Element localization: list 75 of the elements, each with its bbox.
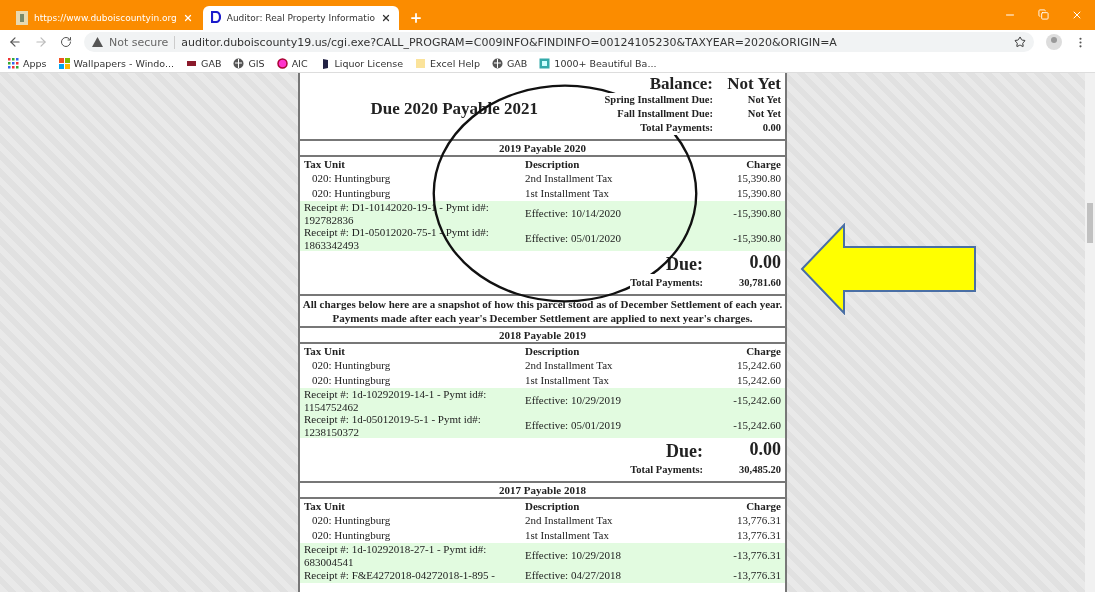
security-label: Not secure xyxy=(109,35,176,49)
column-header: Description xyxy=(524,344,581,358)
summary-value: Not Yet xyxy=(746,93,781,107)
forward-icon[interactable] xyxy=(34,35,48,49)
total-payments-label: Total Payments: xyxy=(630,274,703,291)
charge-cell: -15,242.60 xyxy=(719,413,785,438)
summary-value: Not Yet xyxy=(746,107,781,121)
globe-icon xyxy=(491,57,503,69)
charge-cell: -13,776.31 xyxy=(719,543,785,568)
new-tab-icon[interactable] xyxy=(408,11,423,25)
bookmark-item[interactable]: AIC xyxy=(276,57,308,69)
summary-value: 0.00 xyxy=(761,121,781,135)
tax-unit-cell: Receipt #: 1d-10292018-27-1 - Pymt id#: 683004541 xyxy=(300,543,521,568)
apps-grid-icon xyxy=(8,57,19,69)
charge-cell: -15,390.80 xyxy=(719,226,785,251)
total-payments-value: 30,781.60 xyxy=(738,276,781,290)
bookmark-item[interactable]: Liquor License xyxy=(319,57,404,69)
circle-logo-icon xyxy=(276,57,288,69)
reload-icon[interactable] xyxy=(60,36,72,48)
due-label: Due: xyxy=(665,254,703,274)
restore-icon[interactable] xyxy=(1038,9,1049,20)
tax-unit-cell: Receipt #: D1-05012020-75-1 - Pymt id#: 1863342493 xyxy=(300,226,521,251)
column-header: Tax Unit xyxy=(303,157,346,171)
bookmark-item[interactable]: GAB xyxy=(186,57,222,69)
picture-icon xyxy=(539,57,551,69)
bookmark-item[interactable]: Excel Help xyxy=(415,57,480,69)
summary-label: Spring Installment Due: xyxy=(604,93,713,107)
column-header: Charge xyxy=(745,499,782,513)
back-icon[interactable] xyxy=(8,35,22,49)
total-payments-value: 30,485.20 xyxy=(738,463,781,477)
description-cell: Effective: 04/27/2018 xyxy=(521,568,719,583)
globe-icon xyxy=(233,57,245,69)
windows-logo-icon xyxy=(58,57,70,69)
description-cell: Effective: 10/14/2020 xyxy=(521,201,719,226)
column-header: Description xyxy=(524,157,581,171)
column-header: Charge xyxy=(745,157,782,171)
scrollbar[interactable] xyxy=(1085,73,1095,592)
column-header: Charge xyxy=(745,344,782,358)
bookmark-item[interactable]: 1000+ Beautiful Ba... xyxy=(539,57,657,69)
description-cell: Effective: 05/01/2019 xyxy=(521,413,719,438)
address-bar[interactable]: Not secure auditor.duboiscounty19.us/cgi.exe?CALL_PROGRAM=C009INFO&FINDINFO=00124105230&TAXYEAR=2020&ORIGIN=A xyxy=(84,32,1034,52)
charge-cell: -15,390.80 xyxy=(719,201,785,226)
charge-cell: -15,242.60 xyxy=(719,388,785,413)
description-cell: Effective: 05/01/2020 xyxy=(521,226,719,251)
star-icon[interactable] xyxy=(1014,36,1026,48)
settlement-note: All charges below here are a snapshot of how this parcel stood as of December Settlement of each year. Payments made after each year's December Settlement are applied to next year's charges. xyxy=(300,296,785,328)
bookmark-item[interactable]: Wallpapers - Windo... xyxy=(58,57,175,69)
folder-icon xyxy=(415,57,427,69)
year-heading: 2017 Payable 2018 xyxy=(300,483,785,499)
tax-unit-cell: Receipt #: 1d-05012019-5-1 - Pymt id#: 1238150372 xyxy=(300,413,521,438)
profile-avatar-icon[interactable] xyxy=(1046,34,1062,50)
bookmark-item[interactable]: GIS xyxy=(233,57,265,69)
year-heading: 2019 Payable 2020 xyxy=(300,141,785,157)
due-value: 0.00 xyxy=(748,441,781,461)
year-heading: 2018 Payable 2019 xyxy=(300,328,785,344)
description-cell: Effective: 10/29/2018 xyxy=(521,543,719,568)
balance-label: Balance: xyxy=(648,75,713,93)
bookmark-item[interactable]: GAB xyxy=(491,57,528,69)
balance-value: Not Yet xyxy=(726,75,781,93)
charge-cell: -13,776.31 xyxy=(719,568,785,583)
column-header: Tax Unit xyxy=(303,344,346,358)
url-text: auditor.duboiscounty19.us/cgi.exe?CALL_PROGRAM=C009INFO&FINDINFO=00124105230&TAXYEAR=2020&ORIGIN=A xyxy=(181,35,837,49)
d-logo-icon xyxy=(210,10,221,26)
due-value: 0.00 xyxy=(748,254,781,274)
due-label: Due: xyxy=(665,441,703,461)
browser-tab[interactable]: Auditor: Real Property Informatio xyxy=(202,6,399,30)
description-cell: Effective: 10/29/2019 xyxy=(521,388,719,413)
page-icon xyxy=(16,11,28,25)
tax-unit-cell: Receipt #: 1d-10292019-14-1 - Pymt id#: 1154752462 xyxy=(300,388,521,413)
close-icon[interactable] xyxy=(380,13,391,23)
bookmark-item[interactable]: Apps xyxy=(8,57,47,69)
tax-unit-cell: Receipt #: F&E4272018-04272018-1-895 - xyxy=(300,568,521,583)
warning-icon xyxy=(92,37,103,47)
column-header: Description xyxy=(524,499,581,513)
column-header: Tax Unit xyxy=(303,499,346,513)
